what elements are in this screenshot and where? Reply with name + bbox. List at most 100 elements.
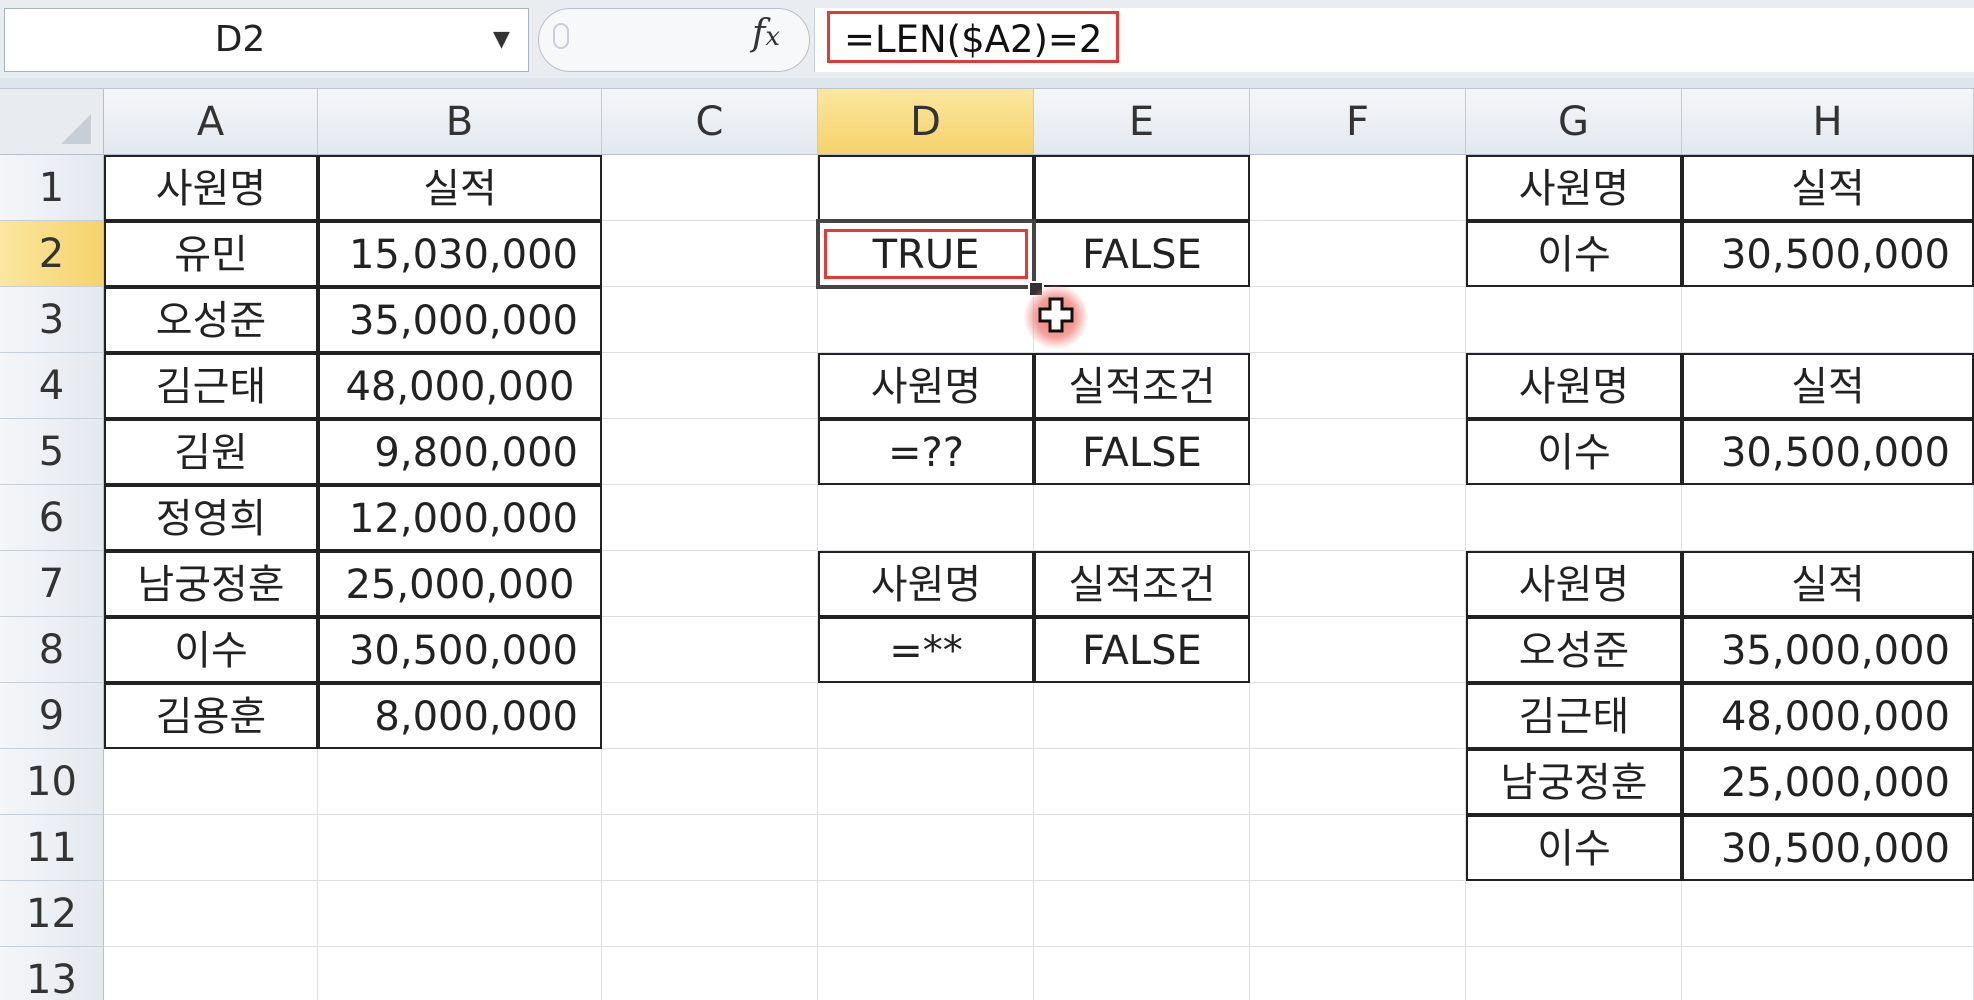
cell-c2[interactable] <box>602 221 818 287</box>
cell-f7[interactable] <box>1250 551 1466 617</box>
cell-e9[interactable] <box>1034 683 1250 749</box>
cell-b8[interactable]: 30,500,000 <box>318 617 602 683</box>
cell-e6[interactable] <box>1034 485 1250 551</box>
cell-e5[interactable]: FALSE <box>1034 419 1250 485</box>
cell-h10[interactable]: 25,000,000 <box>1682 749 1974 815</box>
cell-g13[interactable] <box>1466 947 1682 1000</box>
cell-g2[interactable]: 이수 <box>1466 221 1682 287</box>
row-header-13[interactable]: 13 <box>0 947 104 1000</box>
cell-a4[interactable]: 김근태 <box>104 353 318 419</box>
cell-a13[interactable] <box>104 947 318 1000</box>
row-header-5[interactable]: 5 <box>0 419 104 485</box>
cell-f11[interactable] <box>1250 815 1466 881</box>
cell-g3[interactable] <box>1466 287 1682 353</box>
cell-g11[interactable]: 이수 <box>1466 815 1682 881</box>
cell-f6[interactable] <box>1250 485 1466 551</box>
cell-e10[interactable] <box>1034 749 1250 815</box>
cell-b2[interactable]: 15,030,000 <box>318 221 602 287</box>
cell-d2[interactable]: TRUE <box>818 221 1034 287</box>
cell-e2[interactable]: FALSE <box>1034 221 1250 287</box>
cell-a12[interactable] <box>104 881 318 947</box>
cell-f12[interactable] <box>1250 881 1466 947</box>
cell-f4[interactable] <box>1250 353 1466 419</box>
cell-c6[interactable] <box>602 485 818 551</box>
cell-a10[interactable] <box>104 749 318 815</box>
name-box[interactable]: D2 ▼ <box>4 8 529 72</box>
cell-b10[interactable] <box>318 749 602 815</box>
row-header-2[interactable]: 2 <box>0 221 104 287</box>
cell-e11[interactable] <box>1034 815 1250 881</box>
row-header-3[interactable]: 3 <box>0 287 104 353</box>
row-header-4[interactable]: 4 <box>0 353 104 419</box>
cell-g9[interactable]: 김근태 <box>1466 683 1682 749</box>
cell-d11[interactable] <box>818 815 1034 881</box>
cell-g5[interactable]: 이수 <box>1466 419 1682 485</box>
column-header-d[interactable]: D <box>818 89 1034 155</box>
insert-function-icon[interactable]: fx <box>752 14 780 57</box>
column-header-h[interactable]: H <box>1682 89 1974 155</box>
cell-c8[interactable] <box>602 617 818 683</box>
cell-c11[interactable] <box>602 815 818 881</box>
dropdown-arrow-icon[interactable]: ▼ <box>493 9 510 71</box>
cell-d1[interactable] <box>818 155 1034 221</box>
cell-h6[interactable] <box>1682 485 1974 551</box>
row-header-8[interactable]: 8 <box>0 617 104 683</box>
cell-a1[interactable]: 사원명 <box>104 155 318 221</box>
row-header-1[interactable]: 1 <box>0 155 104 221</box>
cell-a6[interactable]: 정영희 <box>104 485 318 551</box>
cell-f9[interactable] <box>1250 683 1466 749</box>
cell-d8[interactable]: =** <box>818 617 1034 683</box>
cell-a5[interactable]: 김원 <box>104 419 318 485</box>
cell-c7[interactable] <box>602 551 818 617</box>
cell-e13[interactable] <box>1034 947 1250 1000</box>
cell-h2[interactable]: 30,500,000 <box>1682 221 1974 287</box>
column-header-a[interactable]: A <box>104 89 318 155</box>
cell-d5[interactable]: =?? <box>818 419 1034 485</box>
cell-c5[interactable] <box>602 419 818 485</box>
cell-b13[interactable] <box>318 947 602 1000</box>
cell-a8[interactable]: 이수 <box>104 617 318 683</box>
cell-b5[interactable]: 9,800,000 <box>318 419 602 485</box>
cell-e7[interactable]: 실적조건 <box>1034 551 1250 617</box>
cell-g12[interactable] <box>1466 881 1682 947</box>
cell-c3[interactable] <box>602 287 818 353</box>
cell-c13[interactable] <box>602 947 818 1000</box>
cell-b1[interactable]: 실적 <box>318 155 602 221</box>
cell-h13[interactable] <box>1682 947 1974 1000</box>
column-header-b[interactable]: B <box>318 89 602 155</box>
cell-b4[interactable]: 48,000,000 <box>318 353 602 419</box>
column-header-e[interactable]: E <box>1034 89 1250 155</box>
cell-d12[interactable] <box>818 881 1034 947</box>
cell-f3[interactable] <box>1250 287 1466 353</box>
cell-b6[interactable]: 12,000,000 <box>318 485 602 551</box>
row-header-11[interactable]: 11 <box>0 815 104 881</box>
select-all-button[interactable] <box>0 89 104 155</box>
cell-h4[interactable]: 실적 <box>1682 353 1974 419</box>
cell-f10[interactable] <box>1250 749 1466 815</box>
cell-d9[interactable] <box>818 683 1034 749</box>
row-header-9[interactable]: 9 <box>0 683 104 749</box>
cell-c9[interactable] <box>602 683 818 749</box>
cell-d13[interactable] <box>818 947 1034 1000</box>
cell-h9[interactable]: 48,000,000 <box>1682 683 1974 749</box>
cell-g4[interactable]: 사원명 <box>1466 353 1682 419</box>
cell-g7[interactable]: 사원명 <box>1466 551 1682 617</box>
row-header-6[interactable]: 6 <box>0 485 104 551</box>
cell-g1[interactable]: 사원명 <box>1466 155 1682 221</box>
cell-f8[interactable] <box>1250 617 1466 683</box>
cell-h7[interactable]: 실적 <box>1682 551 1974 617</box>
cell-c10[interactable] <box>602 749 818 815</box>
cell-a11[interactable] <box>104 815 318 881</box>
cell-d6[interactable] <box>818 485 1034 551</box>
cell-h11[interactable]: 30,500,000 <box>1682 815 1974 881</box>
column-header-f[interactable]: F <box>1250 89 1466 155</box>
cell-f2[interactable] <box>1250 221 1466 287</box>
cell-a2[interactable]: 유민 <box>104 221 318 287</box>
column-header-g[interactable]: G <box>1466 89 1682 155</box>
cell-b3[interactable]: 35,000,000 <box>318 287 602 353</box>
cell-a3[interactable]: 오성준 <box>104 287 318 353</box>
cell-c12[interactable] <box>602 881 818 947</box>
cell-b12[interactable] <box>318 881 602 947</box>
row-header-10[interactable]: 10 <box>0 749 104 815</box>
cell-e8[interactable]: FALSE <box>1034 617 1250 683</box>
